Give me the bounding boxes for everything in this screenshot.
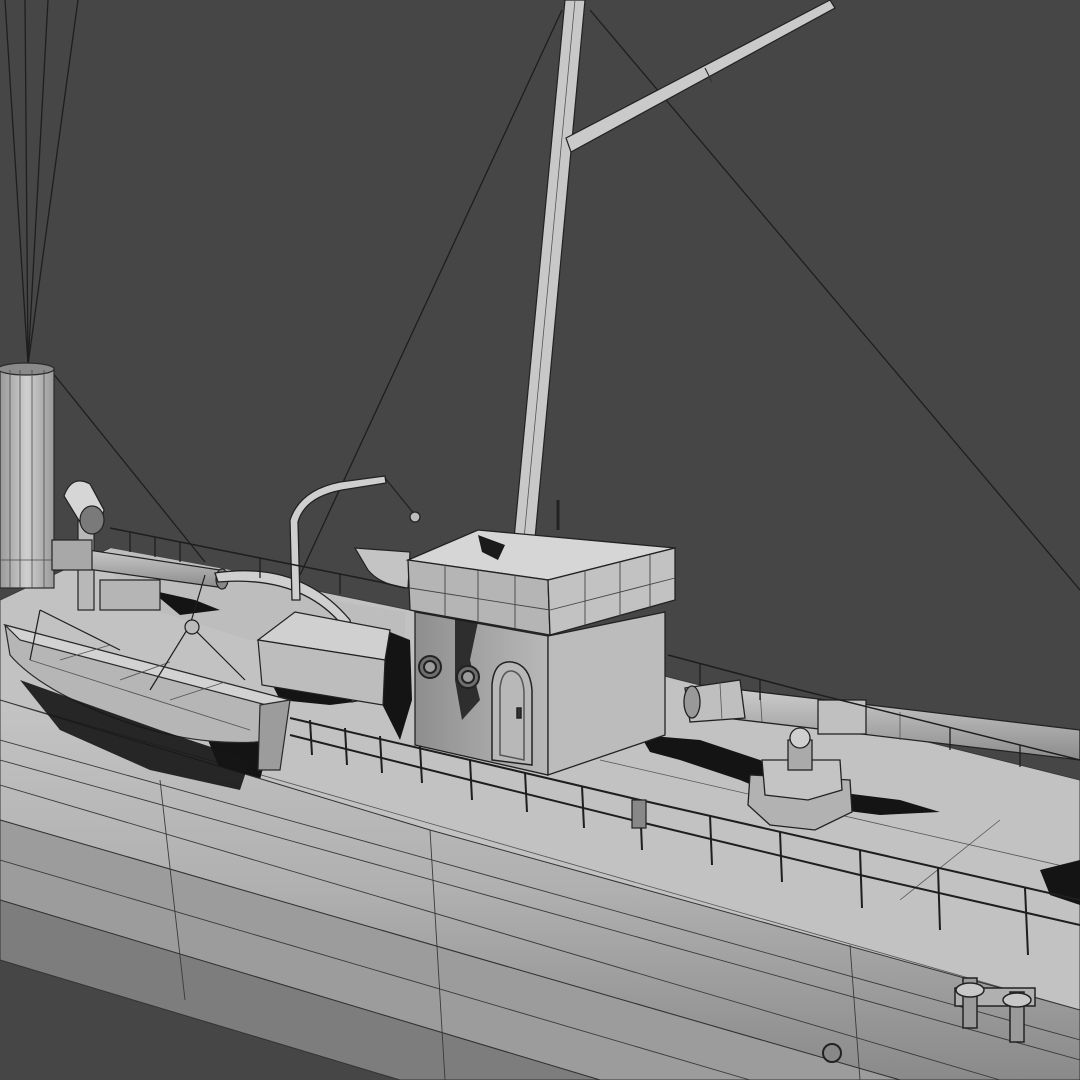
cabin-door [491,661,533,766]
hull-porthole [822,1043,842,1063]
main-mast [511,0,836,561]
deck-bollard [631,799,647,829]
render-viewport [0,0,1080,1080]
funnel [0,362,55,589]
deckhouse [405,529,676,776]
mast-stays [299,9,1080,591]
ship-render [0,0,1080,1080]
